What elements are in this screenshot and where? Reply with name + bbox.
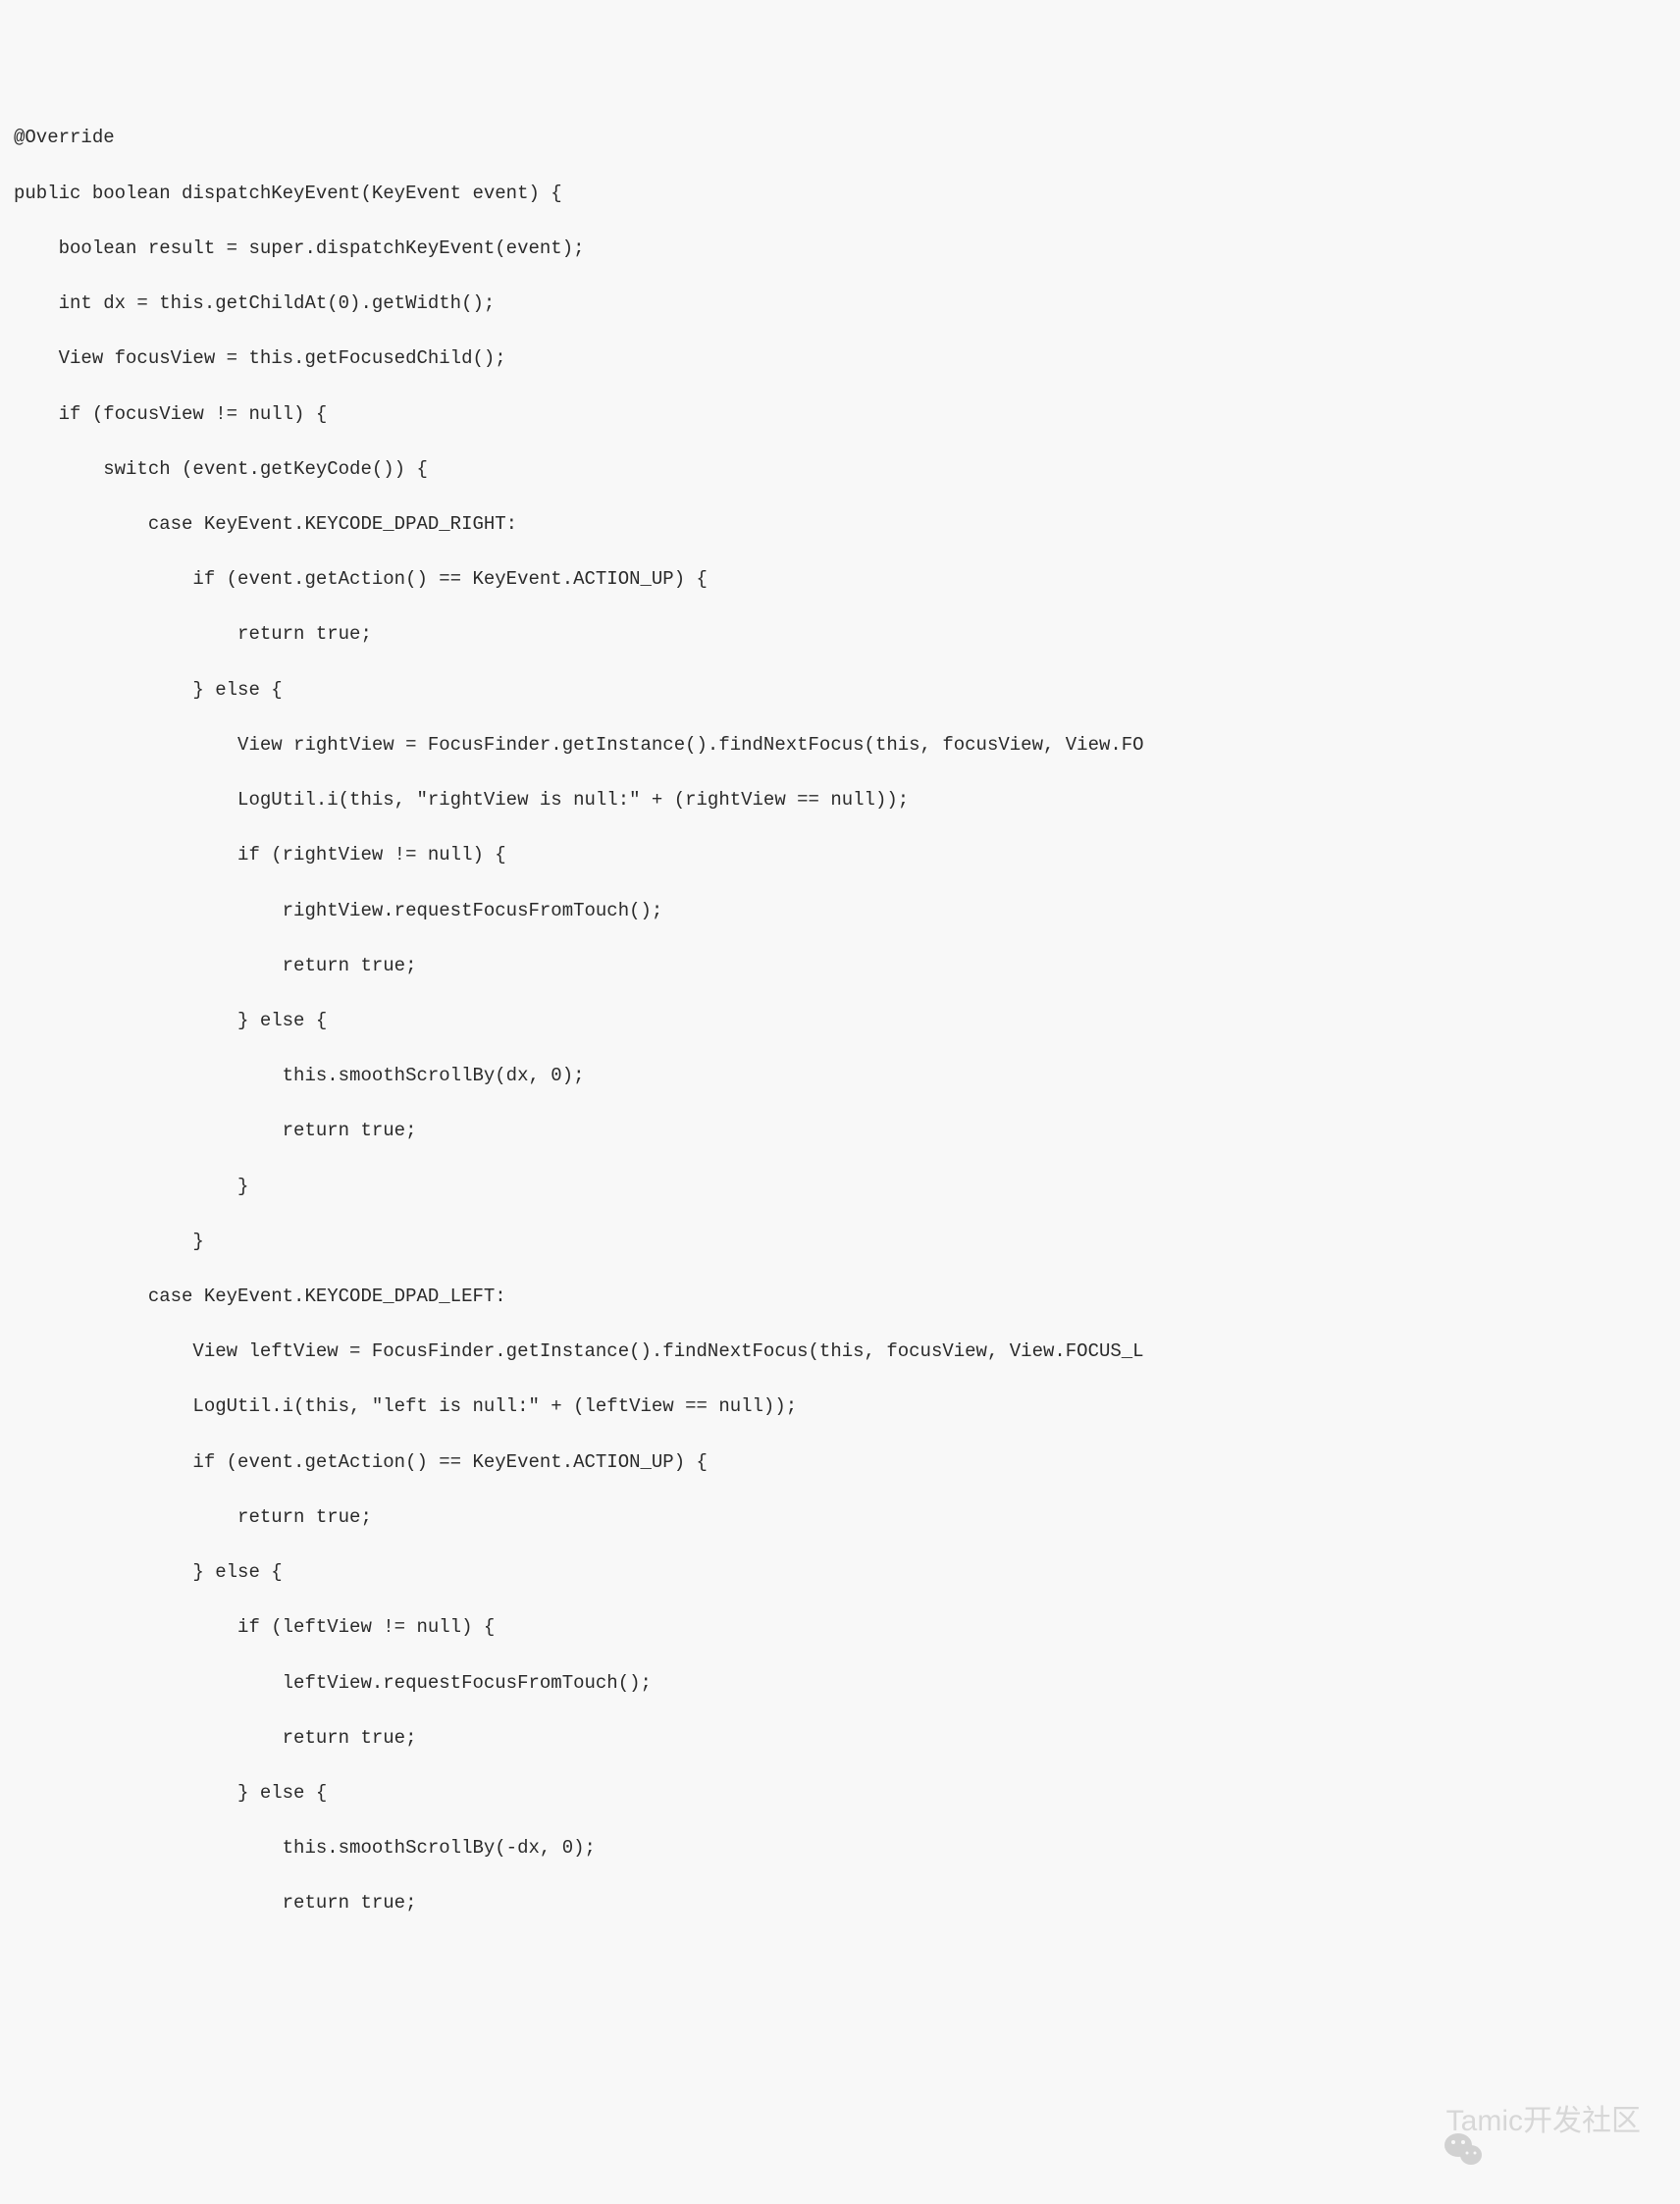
code-line: } else {	[14, 676, 1680, 704]
code-line: case KeyEvent.KEYCODE_DPAD_RIGHT:	[14, 510, 1680, 538]
code-line: View leftView = FocusFinder.getInstance(…	[14, 1338, 1680, 1365]
code-line: LogUtil.i(this, "rightView is null:" + (…	[14, 786, 1680, 813]
code-line: public boolean dispatchKeyEvent(KeyEvent…	[14, 180, 1680, 207]
code-line: this.smoothScrollBy(dx, 0);	[14, 1062, 1680, 1089]
code-line: return true;	[14, 620, 1680, 648]
watermark: Tamic开发社区	[1399, 2100, 1641, 2143]
code-line: return true;	[14, 952, 1680, 979]
code-line: if (event.getAction() == KeyEvent.ACTION…	[14, 565, 1680, 593]
code-line: if (leftView != null) {	[14, 1613, 1680, 1641]
code-line: @Override	[14, 124, 1680, 151]
code-line: boolean result = super.dispatchKeyEvent(…	[14, 235, 1680, 262]
code-line: return true;	[14, 1117, 1680, 1144]
code-line: }	[14, 1228, 1680, 1255]
code-line: return true;	[14, 1889, 1680, 1916]
code-line: return true;	[14, 1724, 1680, 1752]
code-line: LogUtil.i(this, "left is null:" + (leftV…	[14, 1392, 1680, 1420]
code-line: } else {	[14, 1007, 1680, 1034]
code-line: } else {	[14, 1779, 1680, 1807]
code-line: rightView.requestFocusFromTouch();	[14, 897, 1680, 924]
code-block: @Override public boolean dispatchKeyEven…	[14, 96, 1680, 1944]
code-line: case KeyEvent.KEYCODE_DPAD_LEFT:	[14, 1283, 1680, 1310]
code-line: if (event.getAction() == KeyEvent.ACTION…	[14, 1448, 1680, 1476]
wechat-icon	[1399, 2104, 1439, 2139]
code-line: }	[14, 1173, 1680, 1200]
code-line: View rightView = FocusFinder.getInstance…	[14, 731, 1680, 759]
code-line: if (focusView != null) {	[14, 400, 1680, 428]
code-line: } else {	[14, 1558, 1680, 1586]
code-line: leftView.requestFocusFromTouch();	[14, 1669, 1680, 1697]
code-line: View focusView = this.getFocusedChild();	[14, 344, 1680, 372]
code-line: switch (event.getKeyCode()) {	[14, 455, 1680, 483]
code-line: if (rightView != null) {	[14, 841, 1680, 868]
code-line: this.smoothScrollBy(-dx, 0);	[14, 1834, 1680, 1862]
code-line: return true;	[14, 1503, 1680, 1531]
code-line: int dx = this.getChildAt(0).getWidth();	[14, 289, 1680, 317]
